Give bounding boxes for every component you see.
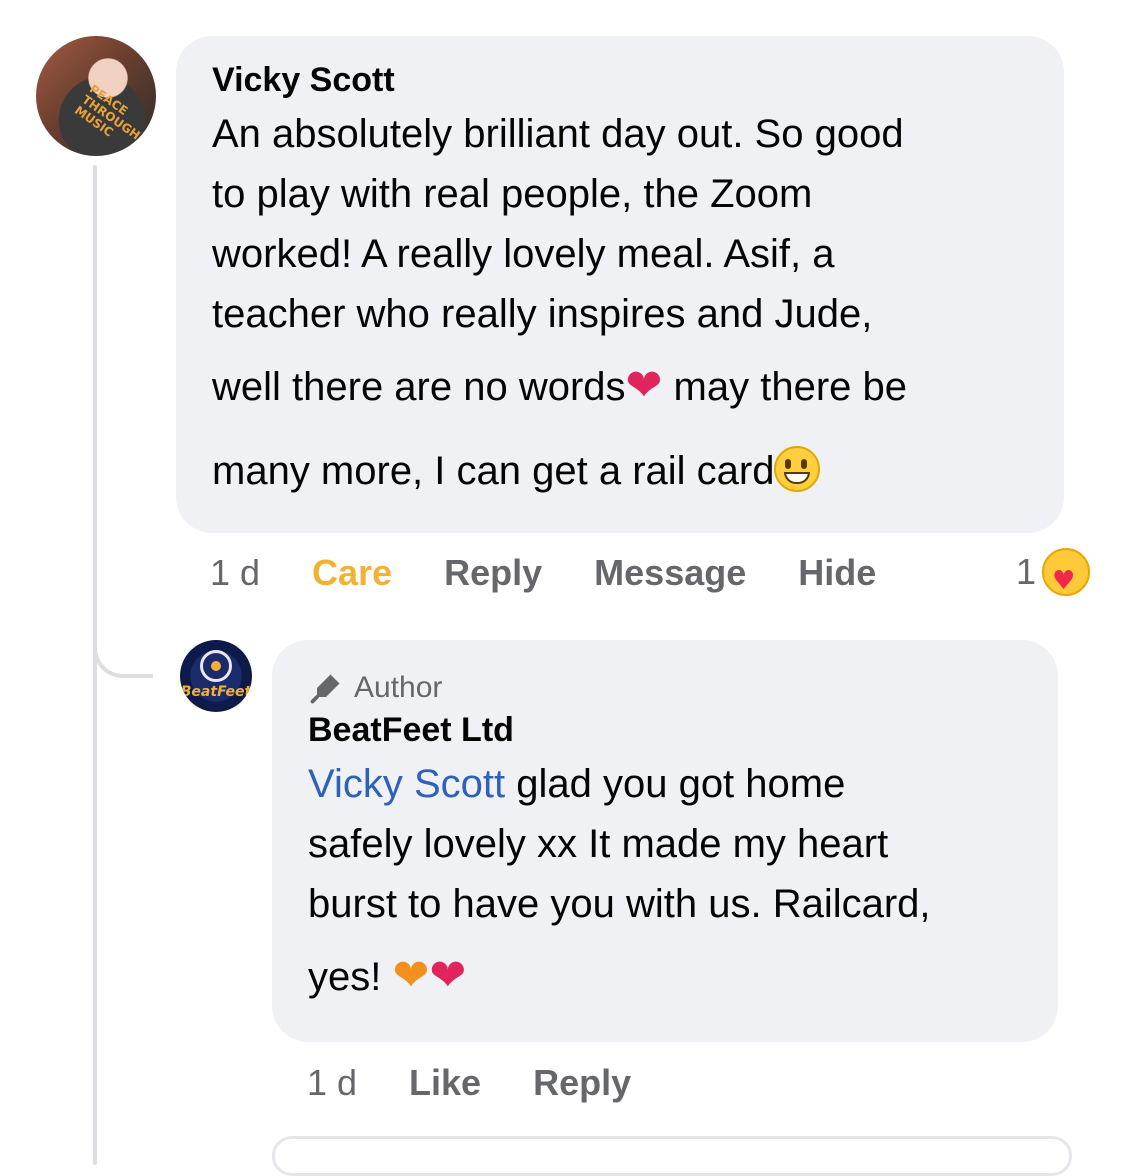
comment-line: An absolutely brilliant day out. So good bbox=[212, 112, 904, 156]
thread-line bbox=[93, 165, 97, 1165]
red-heart-icon: ❤ bbox=[625, 360, 663, 411]
reply-bubble: Author BeatFeet Ltd Vicky Scott glad you… bbox=[272, 640, 1058, 1042]
comment-line-part: may there be bbox=[662, 365, 907, 409]
microphone-icon bbox=[310, 674, 340, 704]
care-emoji-icon bbox=[1042, 548, 1090, 596]
red-heart-icon: ❤ bbox=[429, 950, 467, 1001]
reply-line-part: yes! bbox=[308, 955, 393, 999]
next-comment-bubble bbox=[272, 1136, 1072, 1176]
reply-line-part: glad you got home bbox=[505, 762, 846, 806]
reply-line: safely lovely xx It made my heart bbox=[308, 822, 889, 866]
comment-bubble: Vicky Scott An absolutely brilliant day … bbox=[176, 36, 1064, 533]
comment-line: many more, I can get a rail card bbox=[212, 429, 1028, 513]
comment-line-part: well there are no words bbox=[212, 365, 626, 409]
reaction-count: 1 bbox=[1015, 551, 1036, 592]
reply-line: burst to have you with us. Railcard, bbox=[308, 882, 931, 926]
avatar-brand-text: BeatFeet bbox=[180, 684, 252, 700]
grinning-face-icon bbox=[774, 446, 821, 492]
reaction-summary[interactable]: 1 bbox=[1016, 548, 1090, 596]
orange-heart-icon: ❤ bbox=[392, 950, 430, 1001]
avatar[interactable]: BeatFeet bbox=[180, 640, 252, 712]
reply-time[interactable]: 1 d bbox=[307, 1062, 357, 1104]
reply-button[interactable]: Reply bbox=[444, 552, 542, 594]
mention-link[interactable]: Vicky Scott bbox=[308, 762, 505, 806]
comment-line-part: many more, I can get a rail card bbox=[212, 449, 775, 493]
comment-actions: 1 d Care Reply Message Hide 1 bbox=[210, 548, 1090, 598]
comment-time[interactable]: 1 d bbox=[210, 552, 260, 594]
author-badge: Author bbox=[308, 668, 1022, 708]
reply-button[interactable]: Reply bbox=[533, 1062, 631, 1104]
like-button[interactable]: Like bbox=[409, 1062, 481, 1104]
author-badge-label: Author bbox=[354, 671, 443, 704]
care-button[interactable]: Care bbox=[312, 552, 392, 594]
comment-line: well there are no words❤ may there be bbox=[212, 344, 1028, 429]
comment-line: to play with real people, the Zoom bbox=[212, 172, 813, 216]
reply-actions: 1 d Like Reply bbox=[307, 1058, 683, 1108]
reply-author[interactable]: BeatFeet Ltd bbox=[308, 708, 1022, 752]
avatar-shirt-text: PEACE THROUGH MUSIC bbox=[72, 81, 143, 143]
sun-logo-icon bbox=[200, 650, 232, 682]
comment-line: teacher who really inspires and Jude, bbox=[212, 292, 873, 336]
thread-connector bbox=[93, 560, 153, 678]
comment-author[interactable]: Vicky Scott bbox=[212, 58, 1028, 102]
reply-text: Vicky Scott glad you got home safely lov… bbox=[308, 754, 1022, 1019]
reply-line: yes! ❤❤ bbox=[308, 934, 1022, 1019]
comment-text: An absolutely brilliant day out. So good… bbox=[212, 104, 1028, 513]
avatar[interactable]: PEACE THROUGH MUSIC bbox=[36, 36, 156, 156]
hide-button[interactable]: Hide bbox=[798, 552, 876, 594]
comment-line: worked! A really lovely meal. Asif, a bbox=[212, 232, 835, 276]
message-button[interactable]: Message bbox=[594, 552, 746, 594]
reply-line: Vicky Scott glad you got home bbox=[308, 754, 1022, 814]
